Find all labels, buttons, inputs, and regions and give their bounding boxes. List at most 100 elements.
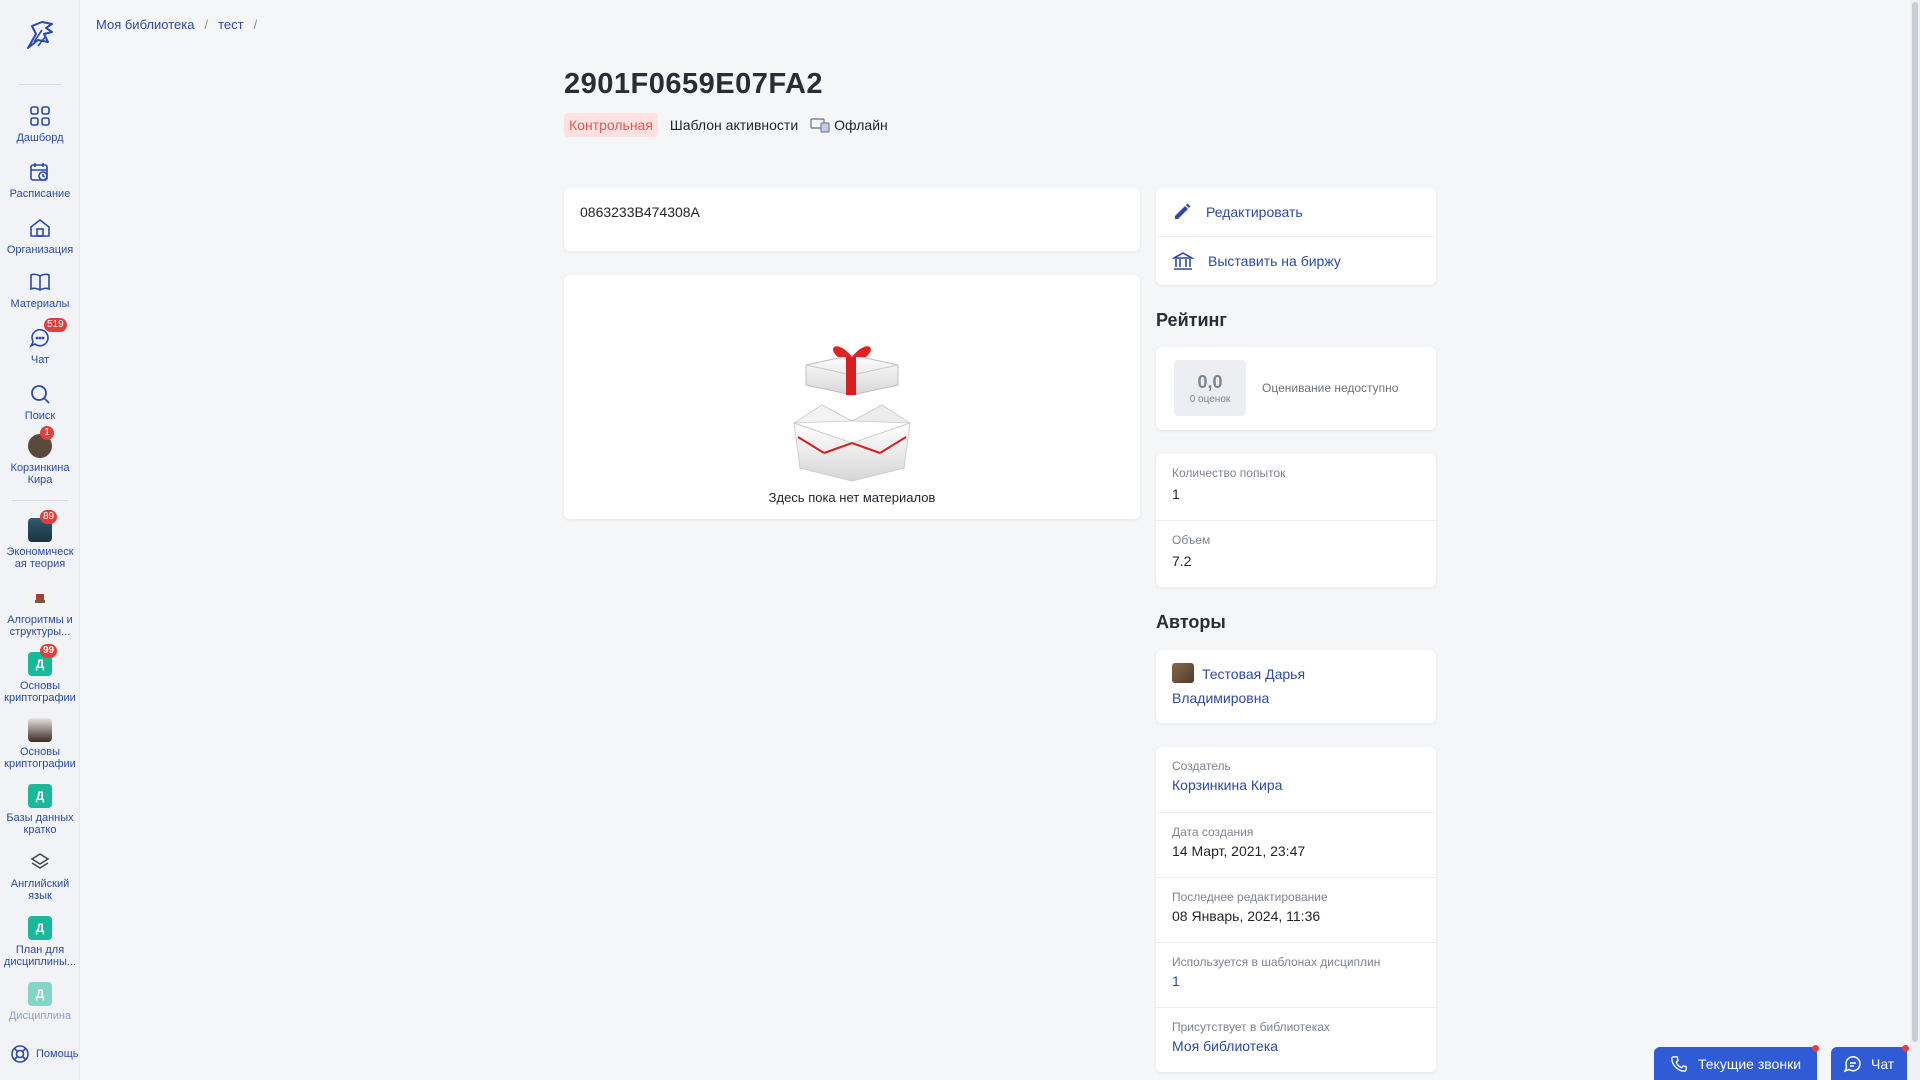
open-gift-box-icon — [792, 346, 912, 482]
activity-code-card: 0863233B474308A — [564, 188, 1140, 251]
activity-tags: Контрольная Шаблон активности Офлайн — [564, 113, 888, 137]
course-image: 89 — [28, 510, 58, 542]
sidebar-item-label: кратко — [23, 824, 57, 836]
volume-value: 7.2 — [1172, 553, 1192, 569]
sidebar-item-organization[interactable]: Организация — [0, 216, 80, 256]
breadcrumb-item[interactable]: Моя библиотека — [96, 17, 194, 32]
notification-badge: 1 — [40, 426, 54, 440]
sidebar: Дашборд Расписание Организация Материалы… — [0, 0, 80, 1080]
course-letter: Д — [35, 921, 45, 935]
notification-badge: 89 — [40, 510, 58, 524]
chat-label: Чат — [1871, 1055, 1895, 1072]
sidebar-item-label: Экономическ — [6, 546, 74, 558]
rating-status: Оценивание недоступно — [1262, 381, 1399, 395]
sidebar-item-discipline[interactable]: Д Дисциплина — [0, 982, 80, 1022]
sidebar-item-materials[interactable]: Материалы — [0, 270, 80, 310]
edit-button[interactable]: Редактировать — [1156, 188, 1436, 236]
course-letter: Д — [35, 657, 45, 671]
logo-icon[interactable] — [22, 18, 58, 54]
notification-dot — [1812, 1045, 1819, 1052]
sidebar-item-label: Дашборд — [16, 132, 64, 144]
author-name-line2: Владимировна — [1172, 690, 1270, 706]
rating-score-box: 0,0 0 оценок — [1174, 360, 1246, 416]
stats-card: Количество попыток 1 Объем 7.2 — [1156, 454, 1436, 587]
attempts-label: Количество попыток — [1172, 466, 1286, 480]
created-label: Дата создания — [1172, 825, 1254, 839]
authors-card: Тестовая Дарья Владимировна — [1156, 650, 1436, 723]
library-link[interactable]: Моя библиотека — [1172, 1038, 1278, 1054]
course-image — [28, 718, 52, 742]
page-title: 2901F0659E07FA2 — [564, 68, 824, 100]
sidebar-item-chat[interactable]: 519 Чат — [0, 318, 80, 366]
sidebar-item-label: Кира — [27, 474, 53, 486]
sidebar-item-english[interactable]: Английский язык — [0, 850, 80, 902]
exchange-label: Выставить на биржу — [1208, 252, 1341, 269]
materials-empty-state: Здесь пока нет материалов — [564, 275, 1140, 519]
chat-button[interactable]: Чат — [1831, 1045, 1909, 1080]
course-letter-tile: Д 99 — [28, 644, 58, 676]
activity-mode-tag: Офлайн — [810, 117, 888, 133]
attempts-row: Количество попыток 1 — [1156, 454, 1436, 520]
avatar: 1 — [28, 426, 54, 458]
libraries-label: Присутствует в библиотеках — [1172, 1020, 1330, 1034]
sidebar-item-label: криптографии — [4, 758, 76, 770]
sidebar-item-label: ая теория — [14, 558, 66, 570]
notification-badge: 519 — [44, 318, 67, 332]
templates-count-link[interactable]: 1 — [1172, 973, 1180, 989]
activity-template-tag: Шаблон активности — [669, 117, 799, 133]
sidebar-item-economics[interactable]: 89 Экономическ ая теория — [0, 510, 80, 570]
edited-row: Последнее редактирование 08 Январь, 2024… — [1156, 877, 1436, 942]
sidebar-item-label: Английский — [10, 878, 70, 890]
rating-value: 0,0 — [1197, 372, 1223, 392]
sidebar-item-label: Материалы — [10, 298, 70, 310]
course-letter: Д — [35, 987, 45, 1001]
edit-label: Редактировать — [1206, 204, 1303, 220]
exchange-button[interactable]: Выставить на биржу — [1156, 236, 1436, 284]
sidebar-item-label: Основы — [20, 680, 60, 692]
volume-label: Объем — [1172, 533, 1211, 547]
author-name-line1: Тестовая Дарья — [1202, 666, 1306, 682]
creator-link[interactable]: Корзинкина Кира — [1172, 777, 1282, 793]
sidebar-item-algorithms[interactable]: Алгоритмы и структуры... — [0, 586, 80, 638]
notification-dot — [1902, 1045, 1909, 1052]
sidebar-item-plan[interactable]: Д План для дисциплины... — [0, 916, 80, 968]
edited-value: 08 Январь, 2024, 11:36 — [1172, 908, 1321, 924]
pencil-icon — [1175, 203, 1191, 219]
sidebar-item-label: Дисциплина — [8, 1010, 72, 1022]
avatar — [1172, 663, 1194, 683]
current-calls-button[interactable]: Текущие звонки — [1654, 1045, 1819, 1080]
sidebar-item-databases[interactable]: Д Базы данных кратко — [0, 784, 80, 836]
sidebar-item-label: криптографии — [4, 692, 76, 704]
templates-label: Используется в шаблонах дисциплин — [1172, 955, 1381, 969]
sidebar-item-crypto-2[interactable]: Основы криптографии — [0, 718, 80, 770]
sidebar-item-schedule[interactable]: Расписание — [0, 160, 80, 200]
created-value: 14 Март, 2021, 23:47 — [1172, 843, 1306, 859]
sidebar-item-label: структуры... — [9, 626, 71, 638]
sidebar-item-label: План для — [15, 944, 65, 956]
templates-row: Используется в шаблонах дисциплин 1 — [1156, 942, 1436, 1007]
help-button[interactable]: Помощь — [10, 1044, 79, 1064]
sidebar-item-label: Базы данных — [6, 812, 74, 824]
sidebar-item-label: Корзинкина — [10, 462, 70, 474]
sidebar-item-crypto-1[interactable]: Д 99 Основы криптографии — [0, 644, 80, 704]
current-calls-label: Текущие звонки — [1698, 1055, 1802, 1072]
sidebar-item-label: Чат — [30, 354, 50, 366]
sidebar-item-profile[interactable]: 1 Корзинкина Кира — [0, 426, 80, 486]
sidebar-item-search[interactable]: Поиск — [0, 382, 80, 422]
sidebar-item-dashboard[interactable]: Дашборд — [0, 104, 80, 144]
breadcrumb: Моя библиотека / тест / — [96, 17, 257, 32]
course-letter-tile: Д — [28, 916, 52, 940]
scrollbar-thumb[interactable] — [1912, 2, 1918, 1042]
actions-card: Редактировать Выставить на биржу — [1156, 188, 1436, 285]
divider — [18, 84, 62, 85]
breadcrumb-item[interactable]: тест — [218, 17, 244, 32]
course-letter-tile: Д — [28, 784, 52, 808]
calendar-clock-icon — [28, 160, 52, 184]
search-icon — [28, 382, 52, 406]
breadcrumb-separator: / — [204, 17, 209, 32]
grid-icon — [28, 104, 52, 128]
phone-icon — [1671, 1055, 1687, 1072]
sidebar-item-label: Основы — [20, 746, 60, 758]
sidebar-item-label: Алгоритмы и — [7, 614, 73, 626]
chat-icon — [1843, 1055, 1861, 1072]
